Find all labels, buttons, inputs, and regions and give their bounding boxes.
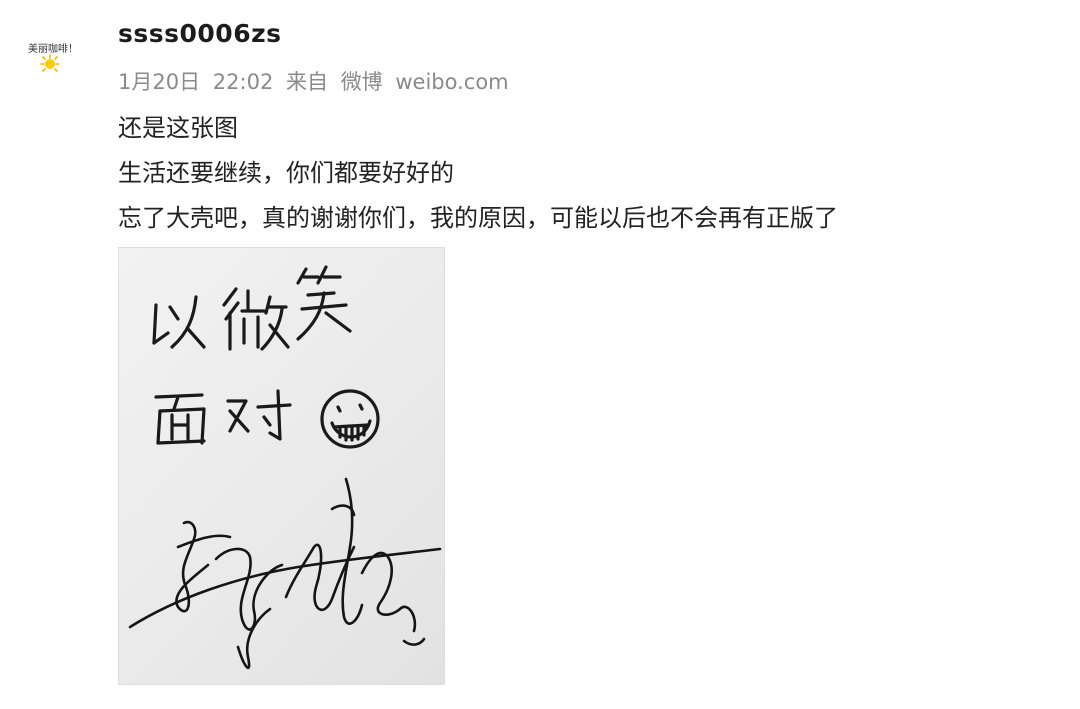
source-domain[interactable]: weibo.com: [395, 70, 508, 94]
source-name[interactable]: 微博: [341, 70, 383, 94]
post-photo[interactable]: [118, 247, 445, 685]
post-line: 生活还要继续，你们都要好好的: [118, 159, 454, 187]
avatar[interactable]: 美丽咖啡！: [18, 30, 84, 84]
avatar-caption: 美丽咖啡！: [28, 44, 78, 55]
weibo-post: 美丽咖啡！ ssss0006zs 1月20日 22:02 来自 微博 weibo…: [0, 0, 1080, 709]
source-prefix: 来自: [286, 70, 328, 94]
post-time[interactable]: 22:02: [213, 70, 274, 94]
post-meta: 1月20日 22:02 来自 微博 weibo.com: [118, 66, 515, 96]
post-content: 还是这张图 生活还要继续，你们都要好好的 忘了大壳吧，真的谢谢你们，我的原因，可…: [118, 106, 838, 241]
sun-icon: [37, 54, 63, 78]
post-line: 忘了大壳吧，真的谢谢你们，我的原因，可能以后也不会再有正版了: [118, 204, 838, 232]
post-line: 还是这张图: [118, 114, 238, 142]
username[interactable]: ssss0006zs: [118, 19, 282, 48]
post-date[interactable]: 1月20日: [118, 70, 200, 94]
handwritten-note: [128, 265, 442, 670]
